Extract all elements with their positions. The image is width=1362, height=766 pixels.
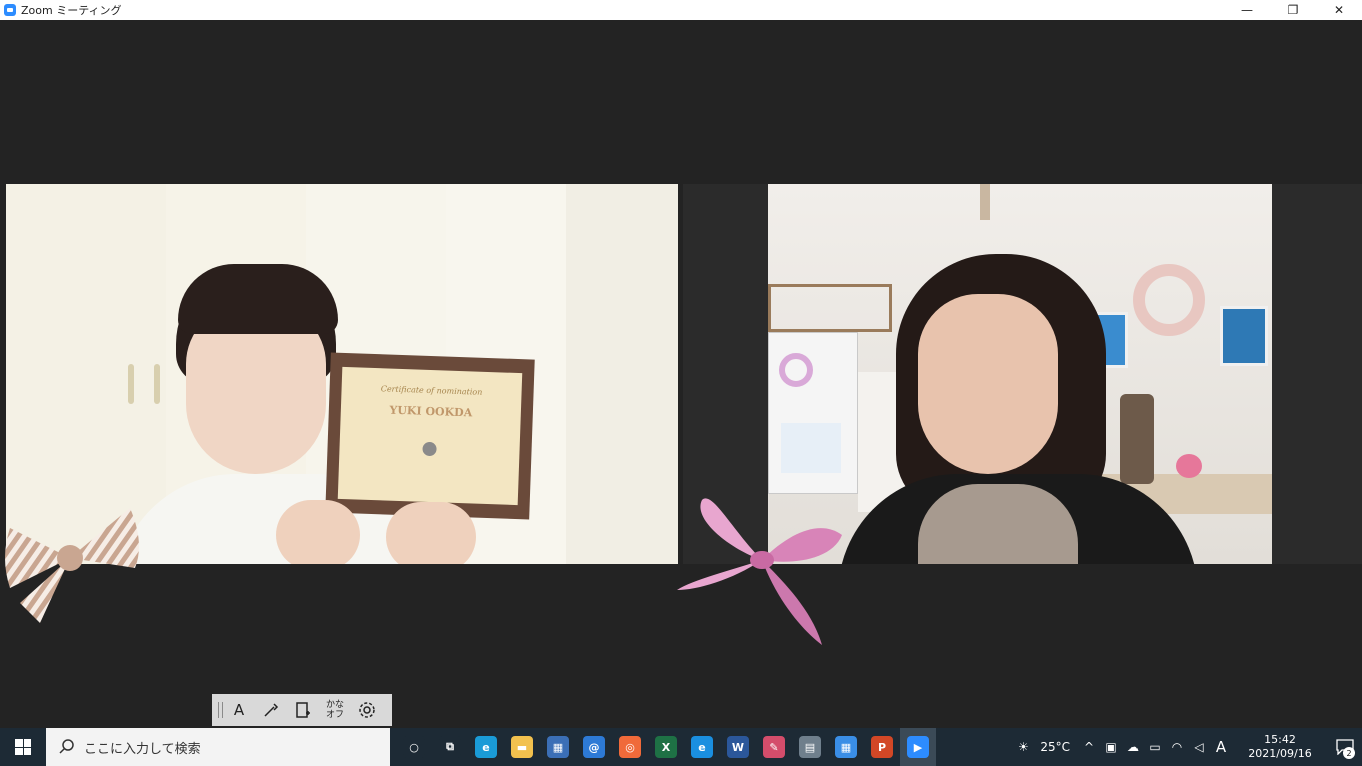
participant-face: [918, 294, 1058, 474]
wall-poster: [768, 332, 858, 494]
title-bar: Zoom ミーティング — ❐ ✕: [0, 0, 1362, 20]
search-icon: [58, 738, 76, 756]
taskbar-app-word[interactable]: W: [720, 728, 756, 766]
ime-toolbar: A かな オフ: [212, 694, 392, 726]
ime-mode-indicator[interactable]: A: [1210, 728, 1232, 766]
close-button[interactable]: ✕: [1316, 0, 1362, 20]
start-button[interactable]: [0, 728, 46, 766]
taskbar-app-cortana[interactable]: ○: [396, 728, 432, 766]
taskbar-app-calculator[interactable]: ▤: [792, 728, 828, 766]
taskbar-app-mail[interactable]: @: [576, 728, 612, 766]
weather-temperature[interactable]: 25°C: [1040, 740, 1070, 754]
kana-label: かな: [325, 700, 344, 710]
powerpoint-icon: P: [871, 736, 893, 758]
taskbar-app-powerpoint[interactable]: P: [864, 728, 900, 766]
taskbar-app-excel[interactable]: X: [648, 728, 684, 766]
certificate-frame: Certificate of nomination YUKI OOKDA: [325, 352, 535, 520]
dictionary-icon[interactable]: [287, 694, 319, 726]
hand: [276, 500, 360, 564]
taskbar-app-app-orange[interactable]: ◎: [612, 728, 648, 766]
notification-count-badge: 2: [1343, 747, 1355, 759]
meet-now-icon[interactable]: ▣: [1100, 728, 1122, 766]
notification-center-button[interactable]: 2: [1328, 728, 1362, 766]
clock-date: 2021/09/16: [1248, 747, 1312, 760]
certificate-title: Certificate of nomination: [380, 384, 483, 397]
ie-icon: e: [691, 736, 713, 758]
taskbar-app-file-explorer[interactable]: ▬: [504, 728, 540, 766]
edge-icon: e: [475, 736, 497, 758]
striped-bow-decoration: [5, 508, 139, 623]
certificate-paper: Certificate of nomination YUKI OOKDA: [337, 366, 523, 506]
chevron-up-icon[interactable]: ^: [1078, 728, 1100, 766]
volume-icon[interactable]: ◁: [1188, 728, 1210, 766]
battery-icon[interactable]: ▭: [1144, 728, 1166, 766]
weather-icon[interactable]: ☀: [1012, 728, 1034, 766]
taskbar-app-paint[interactable]: ✎: [756, 728, 792, 766]
input-mode-button[interactable]: A: [223, 694, 255, 726]
poster-chart-icon: [779, 353, 813, 387]
flowers: [1176, 454, 1202, 478]
system-tray: ☀ 25°C ^ ▣ ☁ ▭ ◠ ◁ A 15:42 2021/09/16 2: [1012, 728, 1362, 766]
taskbar-app-task-view[interactable]: ⧉: [432, 728, 468, 766]
participant-shirt: [918, 484, 1078, 564]
excel-icon: X: [655, 736, 677, 758]
wooden-shelf: [768, 284, 892, 332]
app-orange-icon: ◎: [619, 736, 641, 758]
restore-button[interactable]: ❐: [1270, 0, 1316, 20]
task-view-icon: ⧉: [439, 736, 461, 758]
file-explorer-icon: ▬: [511, 736, 533, 758]
pink-ribbon-bow-decoration: [677, 498, 842, 645]
taskbar-app-ie[interactable]: e: [684, 728, 720, 766]
taskbar-app-store[interactable]: ▦: [540, 728, 576, 766]
taskbar-app-zoom[interactable]: ▶: [900, 728, 936, 766]
off-label: オフ: [325, 710, 344, 720]
zoom-app-icon: [4, 4, 16, 16]
ceiling-fan: [980, 184, 990, 220]
tools-icon[interactable]: [255, 694, 287, 726]
mail-icon: @: [583, 736, 605, 758]
certificate-name: YUKI OOKDA: [389, 403, 473, 420]
participant-bangs: [178, 264, 338, 334]
taskbar-apps: ○ ⧉ e ▬ ▦ @ ◎ Xe W ✎ ▤ ▦ P ▶: [396, 728, 936, 766]
cloud-icon[interactable]: ☁: [1122, 728, 1144, 766]
hand: [386, 502, 476, 564]
calculator-icon: ▤: [799, 736, 821, 758]
cortana-icon: ○: [403, 736, 425, 758]
window-title: Zoom ミーティング: [21, 4, 122, 17]
taskbar-app-edge[interactable]: e: [468, 728, 504, 766]
certificate-seal-icon: [422, 441, 437, 457]
door-handle: [128, 364, 134, 404]
vase: [1120, 394, 1154, 484]
word-icon: W: [727, 736, 749, 758]
zoom-icon: ▶: [907, 736, 929, 758]
paint-icon: ✎: [763, 736, 785, 758]
minimize-button[interactable]: —: [1224, 0, 1270, 20]
clock[interactable]: 15:42 2021/09/16: [1232, 733, 1328, 761]
gear-icon[interactable]: [351, 694, 383, 726]
door-handle: [154, 364, 160, 404]
wifi-icon[interactable]: ◠: [1166, 728, 1188, 766]
calendar-icon: ▦: [835, 736, 857, 758]
kana-off-button[interactable]: かな オフ: [319, 694, 351, 726]
taskbar: ここに入力して検索 ○ ⧉ e ▬ ▦ @ ◎ Xe W ✎ ▤ ▦ P ▶ ☀ 25°C ^ ▣ ☁ ▭…: [0, 728, 1362, 766]
search-placeholder: ここに入力して検索: [84, 741, 201, 757]
windows-logo-icon: [15, 739, 31, 755]
wall-picture: [1220, 306, 1268, 366]
window-controls: — ❐ ✕: [1224, 0, 1362, 20]
wall: [566, 184, 678, 564]
taskbar-search-box[interactable]: ここに入力して検索: [46, 728, 390, 766]
taskbar-app-calendar[interactable]: ▦: [828, 728, 864, 766]
store-icon: ▦: [547, 736, 569, 758]
clock-time: 15:42: [1264, 733, 1296, 746]
poster-panel: [781, 423, 841, 473]
flower-wreath: [1133, 264, 1205, 336]
